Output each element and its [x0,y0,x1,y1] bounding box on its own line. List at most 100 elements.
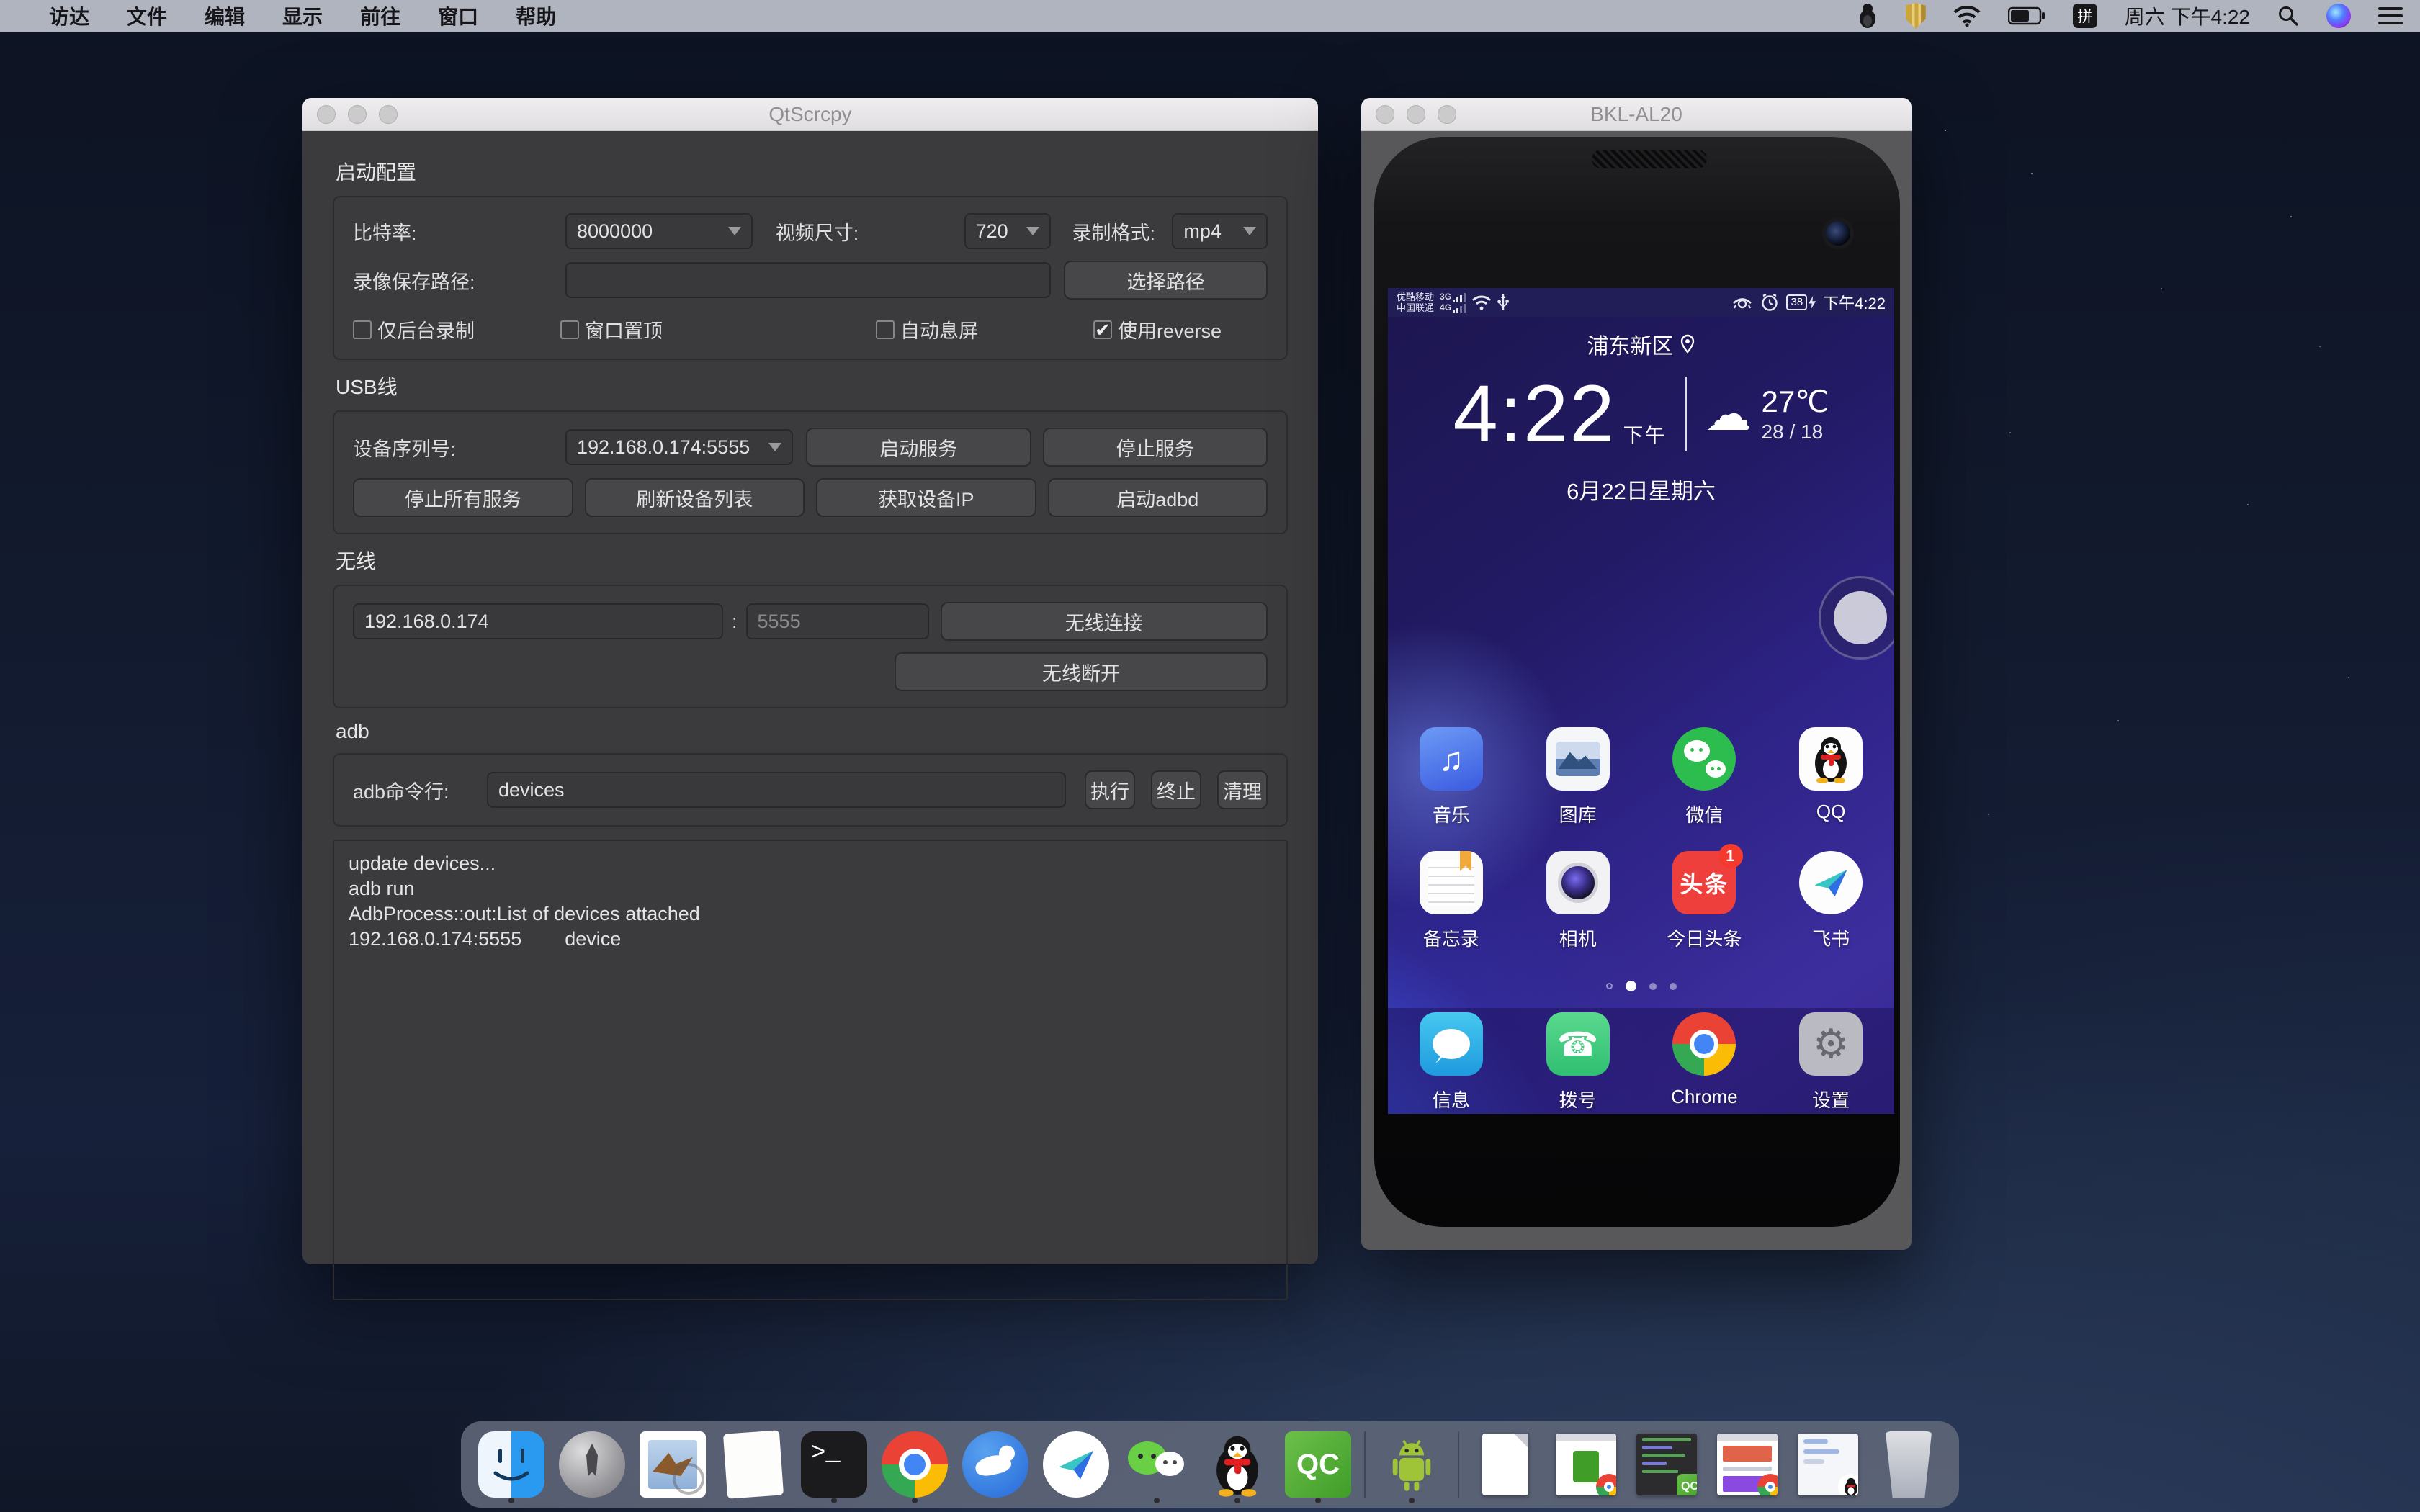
chrome-badge-icon [1596,1474,1616,1495]
dock-paper-plane-app[interactable] [1041,1428,1111,1500]
window-title: BKL-AL20 [1590,103,1682,126]
minimize-button[interactable] [348,105,367,124]
gallery-photo-icon [1556,742,1600,776]
wireless-group: : 无线连接 无线断开 [333,585,1288,708]
checkbox-window-topmost[interactable]: 窗口置顶 [560,315,663,343]
zoom-button[interactable] [1438,105,1456,124]
dock-seal-app[interactable] [961,1428,1030,1500]
page-dot [1670,983,1677,990]
dock-scrcpy[interactable] [1377,1428,1446,1500]
dock-minimized-qq-window[interactable] [1793,1428,1863,1500]
network-type-1: 3G [1440,292,1451,302]
app-wechat[interactable]: 微信 [1641,727,1768,827]
dock-mail[interactable] [638,1428,707,1500]
android-screen[interactable]: 优酷移动 中国联通 3G 4G [1388,288,1894,1114]
dock-minimized-chrome-window[interactable] [1551,1428,1621,1500]
app-gallery[interactable]: 图库 [1515,727,1641,827]
dock-minimized-qtcreator-window[interactable]: QC [1632,1428,1701,1500]
menu-clock[interactable]: 周六 下午4:22 [2125,1,2250,30]
close-button[interactable] [317,105,336,124]
log-line: update devices... [349,851,1272,876]
minimize-button[interactable] [1407,105,1425,124]
menu-finder[interactable]: 访达 [49,1,89,30]
app-chrome[interactable]: Chrome [1641,1012,1768,1112]
start-service-button[interactable]: 启动服务 [806,428,1031,467]
dock-qtcreator[interactable]: QC [1283,1428,1353,1500]
dock-wechat[interactable] [1122,1428,1191,1500]
device-serial-combo[interactable]: 192.168.0.174:5555 [565,429,793,465]
adb-log-output[interactable]: update devices... adb run AdbProcess::ou… [333,840,1288,1300]
app-settings[interactable]: ⚙ 设置 [1767,1012,1894,1112]
search-icon[interactable] [2277,5,2299,27]
config-group: 比特率: 8000000 视频尺寸: 720 录制格式: mp4 录像保存路径:… [333,196,1288,360]
notification-center-icon[interactable] [2378,6,2403,25]
bitrate-combo[interactable]: 8000000 [565,213,753,249]
phone-titlebar[interactable]: BKL-AL20 [1361,98,1912,131]
app-notes[interactable]: 备忘录 [1388,851,1515,951]
choose-path-button[interactable]: 选择路径 [1064,261,1268,300]
menu-go[interactable]: 前往 [360,1,400,30]
app-camera[interactable]: 相机 [1515,851,1641,951]
log-line: AdbProcess::out:List of devices attached [349,901,1272,927]
record-format-combo[interactable]: mp4 [1172,213,1268,249]
dock-finder[interactable] [477,1428,546,1500]
menu-window[interactable]: 窗口 [438,1,478,30]
dock-terminal[interactable]: >_ [799,1428,869,1500]
menu-help[interactable]: 帮助 [516,1,556,30]
input-method-icon[interactable]: 拼 [2073,4,2097,28]
penguin-icon[interactable] [1857,3,1878,29]
execute-button[interactable]: 执行 [1085,770,1135,809]
dock-qq[interactable] [1203,1428,1272,1500]
wireless-connect-button[interactable]: 无线连接 [941,602,1268,641]
chrome-icon [1672,1012,1736,1076]
menu-view[interactable]: 显示 [282,1,323,30]
wireless-port-input[interactable] [746,603,929,639]
app-qq[interactable]: QQ [1767,727,1894,827]
stop-all-services-button[interactable]: 停止所有服务 [353,478,573,517]
refresh-device-list-button[interactable]: 刷新设备列表 [585,478,805,517]
shield-icon[interactable] [1906,3,1926,29]
video-size-combo[interactable]: 720 [964,213,1051,249]
menu-edit[interactable]: 编辑 [205,1,245,30]
battery-icon[interactable] [2008,6,2045,25]
app-dialer[interactable]: ☎ 拨号 [1515,1012,1641,1112]
dock-minimized-document[interactable] [1471,1428,1540,1500]
wifi-icon[interactable] [1953,5,1981,27]
clear-button[interactable]: 清理 [1217,770,1268,809]
app-music[interactable]: ♫ 音乐 [1388,727,1515,827]
record-path-input[interactable] [565,262,1051,298]
checkbox-use-reverse[interactable]: ✔ 使用reverse [1093,315,1222,343]
menu-file[interactable]: 文件 [127,1,167,30]
wireless-disconnect-button[interactable]: 无线断开 [895,652,1268,691]
app-feishu[interactable]: 飞书 [1767,851,1894,951]
siri-icon[interactable] [2326,4,2351,28]
checkbox-background-record[interactable]: 仅后台录制 [353,315,475,343]
stop-service-button[interactable]: 停止服务 [1043,428,1268,467]
get-device-ip-button[interactable]: 获取设备IP [816,478,1036,517]
zoom-button[interactable] [379,105,398,124]
dock-launchpad[interactable] [557,1428,627,1500]
window-thumbnail [1556,1434,1616,1495]
close-button[interactable] [1376,105,1394,124]
front-camera [1822,217,1854,249]
clock-weather-widget[interactable]: 浦东新区 4:22 下午 ☁ 27℃ 28 / 18 [1388,328,1894,505]
dock-minimized-webpage-window[interactable] [1713,1428,1782,1500]
checkbox-box [353,320,372,339]
dock-chrome[interactable] [880,1428,949,1500]
notepad-icon [723,1430,784,1498]
qtscrcpy-titlebar[interactable]: QtScrcpy [302,98,1318,131]
home-page-dots[interactable] [1388,981,1894,991]
checkbox-auto-screen-off[interactable]: 自动息屏 [876,315,978,343]
dock-trash[interactable] [1874,1428,1943,1500]
qq-badge-icon [1838,1474,1858,1495]
qq-penguin-icon [1799,727,1863,791]
terminate-button[interactable]: 终止 [1151,770,1201,809]
dock-notes[interactable] [719,1428,788,1500]
start-adbd-button[interactable]: 启动adbd [1048,478,1268,517]
wireless-ip-input[interactable] [353,603,723,639]
adb-command-input[interactable] [487,772,1066,808]
app-messages[interactable]: 信息 [1388,1012,1515,1112]
battery-indicator: 38 [1786,294,1816,310]
assistive-touch-ball[interactable] [1819,576,1894,660]
app-toutiao[interactable]: 头条 1 今日头条 [1641,851,1768,951]
